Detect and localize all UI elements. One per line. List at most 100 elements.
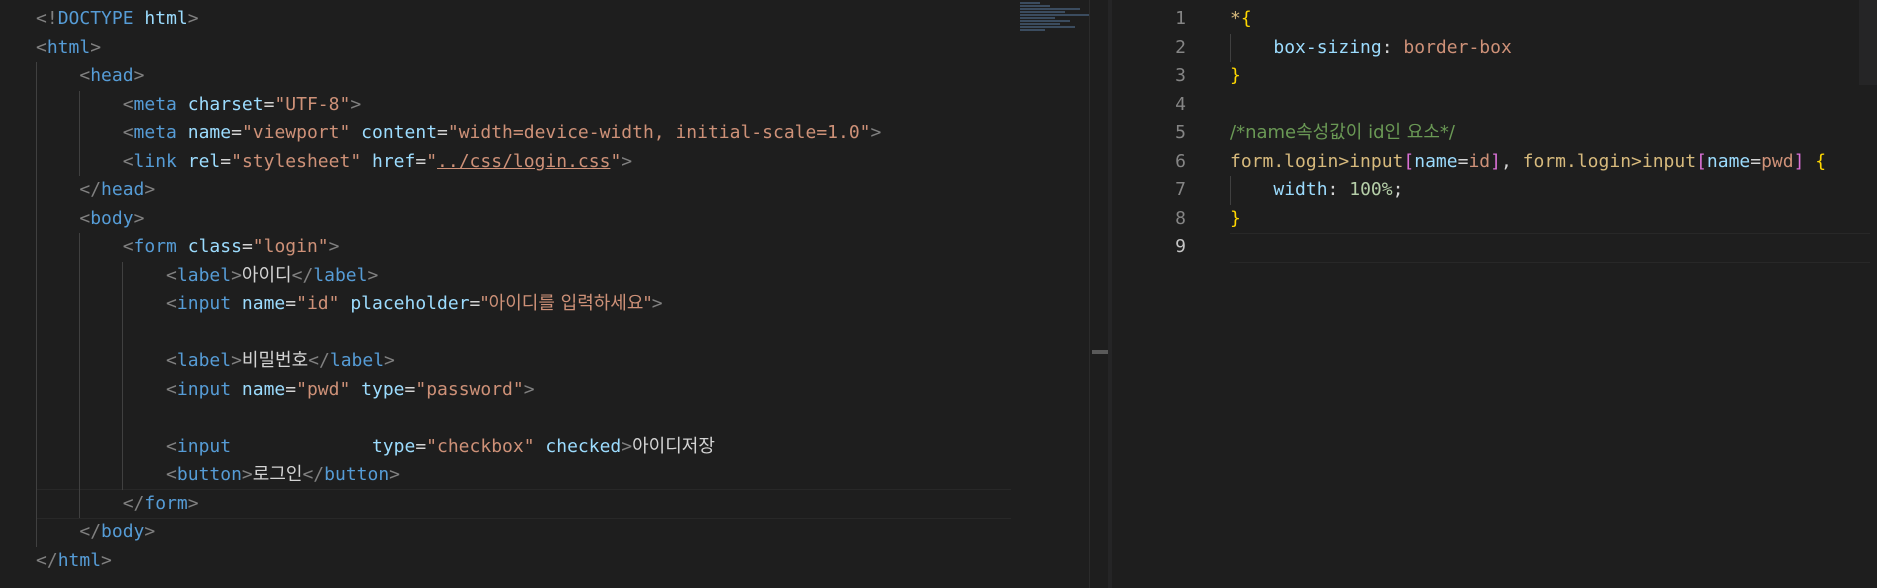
- code-token: >: [523, 378, 535, 400]
- code-token: }: [1230, 65, 1241, 86]
- line-number: 7: [1175, 179, 1186, 200]
- code-line[interactable]: </head>: [36, 176, 1016, 205]
- code-token: "viewport": [241, 122, 351, 143]
- line-number: 2: [1175, 36, 1186, 58]
- code-line[interactable]: <label>아이디</label>: [36, 261, 1016, 290]
- code-line[interactable]: <input name="id" placeholder="아이디를 입력하세요…: [36, 290, 1016, 319]
- editor-scrollbar[interactable]: [1089, 0, 1110, 588]
- code-line[interactable]: <meta name="viewport" content="width=dev…: [36, 119, 1016, 148]
- code-token: =: [1750, 150, 1762, 172]
- indent-guide: [122, 261, 123, 290]
- code-token: meta: [133, 93, 177, 115]
- code-token: ]: [1490, 150, 1501, 172]
- code-token: label: [329, 350, 385, 371]
- code-line[interactable]: *{: [1230, 5, 1870, 34]
- indent-guide: [79, 404, 80, 433]
- code-line[interactable]: }: [1230, 205, 1870, 234]
- css-editor-pane[interactable]: 123456789 *{ box-sizing: border-box}/*na…: [1112, 0, 1877, 588]
- code-line[interactable]: </body>: [36, 518, 1016, 547]
- code-token: >: [231, 264, 242, 286]
- code-line[interactable]: <input name="pwd" type="password">: [36, 375, 1016, 404]
- code-token: checked: [545, 435, 622, 457]
- code-token: =: [1457, 150, 1469, 172]
- indent-guide: [79, 147, 80, 176]
- code-line[interactable]: <button>로그인</button>: [36, 461, 1016, 490]
- code-line[interactable]: /*name속성값이 id인 요소*/: [1230, 119, 1870, 148]
- code-line[interactable]: <body>: [36, 204, 1016, 233]
- code-token: {: [1240, 8, 1252, 29]
- code-line[interactable]: <form class="login">: [36, 233, 1016, 262]
- code-token: width: [1273, 179, 1328, 200]
- code-line[interactable]: </form>: [36, 489, 1016, 518]
- code-token: >: [350, 93, 362, 115]
- code-token: <: [122, 122, 134, 143]
- code-token: <: [166, 378, 177, 400]
- css-code[interactable]: *{ box-sizing: border-box} /*name속성값이 id인…: [1230, 5, 1870, 263]
- code-token: <: [166, 350, 177, 371]
- code-token: link: [133, 150, 177, 172]
- code-line[interactable]: [1230, 233, 1870, 262]
- code-token: >: [133, 65, 145, 86]
- code-token: button: [176, 464, 242, 485]
- html-editor-pane[interactable]: <!DOCTYPE html> <html> <head> <meta chars…: [0, 0, 1110, 588]
- indent-guide: [79, 90, 80, 119]
- indent-guide: [36, 318, 37, 347]
- code-token: "stylesheet": [231, 150, 362, 172]
- code-token: >: [187, 492, 199, 514]
- indent-guide: [36, 233, 37, 262]
- code-line[interactable]: </html>: [36, 547, 1016, 576]
- code-token: class: [187, 236, 242, 257]
- code-line[interactable]: <input type="checkbox" checked>아이디저장: [36, 432, 1016, 461]
- code-token: "login": [252, 236, 329, 257]
- scrollbar-thumb[interactable]: [1092, 350, 1108, 354]
- code-line[interactable]: <link rel="stylesheet" href="../css/logi…: [36, 147, 1016, 176]
- indent-guide: [36, 62, 37, 91]
- code-line[interactable]: <!DOCTYPE html>: [36, 5, 1016, 34]
- code-token: ": [426, 150, 438, 172]
- code-token: head: [90, 65, 134, 86]
- html-code[interactable]: <!DOCTYPE html> <html> <head> <meta chars…: [36, 5, 1016, 575]
- code-token: html: [57, 549, 102, 571]
- indent-guide: [79, 461, 80, 490]
- code-token: <: [166, 464, 177, 485]
- indent-guide: [122, 432, 123, 461]
- code-token: >: [133, 207, 145, 229]
- code-line[interactable]: <head>: [36, 62, 1016, 91]
- code-line[interactable]: [36, 318, 1016, 347]
- indent-guide: [36, 461, 37, 490]
- code-token: head: [101, 179, 145, 200]
- code-token: charset: [187, 93, 264, 115]
- code-line[interactable]: }: [1230, 62, 1870, 91]
- code-line[interactable]: box-sizing: border-box: [1230, 33, 1870, 62]
- code-line[interactable]: [36, 404, 1016, 433]
- code-line[interactable]: <meta charset="UTF-8">: [36, 90, 1016, 119]
- code-token: >: [328, 236, 340, 257]
- code-token: name: [1706, 150, 1751, 172]
- code-line[interactable]: width: 100%;: [1230, 176, 1870, 205]
- code-line[interactable]: <label>비밀번호</label>: [36, 347, 1016, 376]
- code-line[interactable]: form.login>input[name=id], form.login>in…: [1230, 148, 1870, 177]
- code-token: ": [610, 150, 622, 172]
- indent-guide: [36, 489, 37, 518]
- indent-guide: [36, 261, 37, 290]
- indent-guide: [122, 461, 123, 490]
- code-token: form.login>input: [1230, 150, 1404, 172]
- code-token: "id": [296, 293, 340, 314]
- editor-overview-ruler[interactable]: [1859, 0, 1877, 85]
- indent-guide: [36, 90, 37, 119]
- code-token: input: [176, 293, 232, 314]
- code-line[interactable]: <html>: [36, 34, 1016, 63]
- code-token: =: [437, 122, 448, 143]
- code-line[interactable]: [1230, 91, 1870, 120]
- line-number: 9: [1175, 236, 1186, 257]
- indent-guide: [36, 432, 37, 461]
- indent-guide: [122, 375, 123, 404]
- code-token: name: [241, 378, 286, 400]
